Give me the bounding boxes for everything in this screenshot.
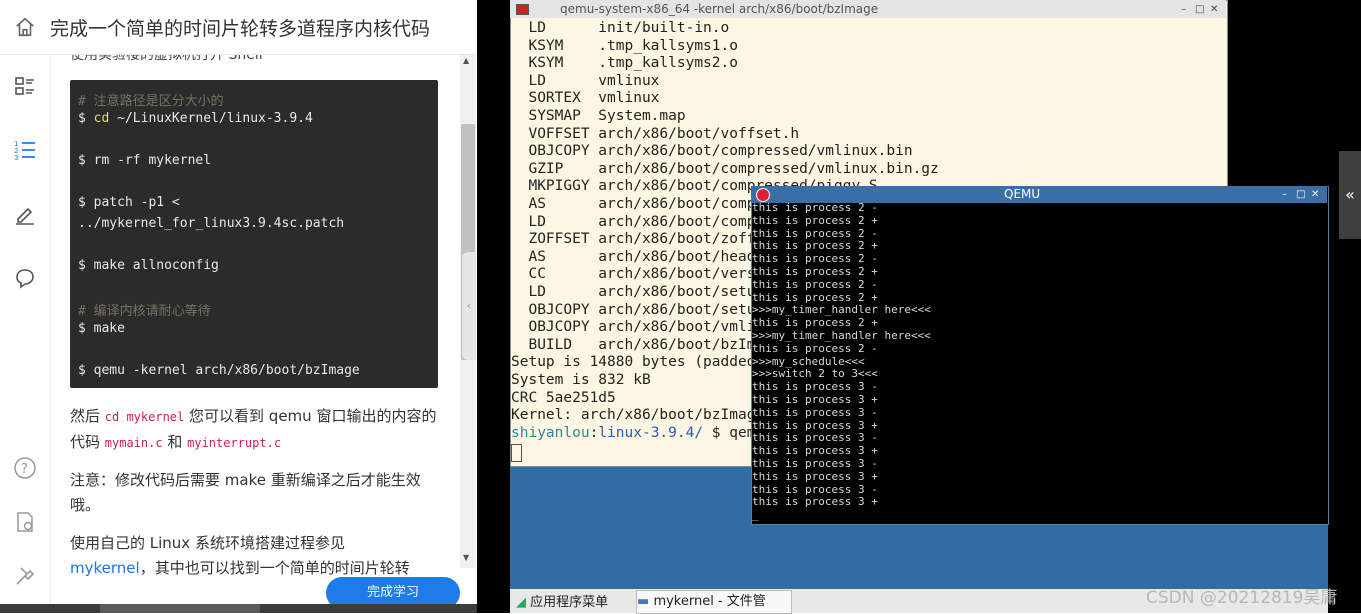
qemu-console-line: this is process 3 + xyxy=(752,393,878,406)
terminal-line: AS arch/x86/boot/header.o xyxy=(511,248,791,265)
paragraph-run-output: 然后 cd mykernel 您可以看到 qemu 窗口输出的内容的代码 mym… xyxy=(70,407,437,451)
terminal-line: GZIP arch/x86/boot/compressed/vmlinux.bi… xyxy=(511,160,939,177)
qemu-close-icon[interactable]: ✕ xyxy=(1311,189,1319,200)
home-icon[interactable] xyxy=(14,16,36,38)
tools-icon[interactable] xyxy=(13,564,37,588)
svg-text:3: 3 xyxy=(14,154,18,162)
code-line: $ make allnoconfig xyxy=(78,258,219,273)
lab-panel: 使用实验楼的虚拟机打开 Shell # 注意路径是区分大小的 $ cd ~/Lin… xyxy=(0,0,477,613)
lab-content: 使用实验楼的虚拟机打开 Shell # 注意路径是区分大小的 $ cd ~/Lin… xyxy=(50,40,460,600)
terminal-line: LD init/built-in.o xyxy=(511,20,730,36)
settings-doc-icon[interactable] xyxy=(13,510,37,534)
qemu-minimize-icon[interactable]: – xyxy=(1282,189,1287,200)
close-icon[interactable]: ✕ xyxy=(1210,4,1218,15)
chat-icon[interactable] xyxy=(13,266,37,290)
qemu-console-line: this is process 3 - xyxy=(752,405,878,419)
terminal-line: CRC 5ae251d5 xyxy=(511,389,616,406)
terminal-line: VOFFSET arch/x86/boot/voffset.h xyxy=(511,125,800,142)
scroll-down-icon[interactable]: ▼ xyxy=(463,553,469,562)
qemu-console-line: this is process 3 - xyxy=(752,457,878,470)
minimize-icon[interactable]: – xyxy=(1181,4,1186,15)
qemu-console-line: >>>my_timer_handler here<<< xyxy=(752,329,931,342)
qemu-console-line: this is process 3 + xyxy=(752,495,878,509)
terminal-line: System is 832 kB xyxy=(511,372,651,388)
header: 完成一个简单的时间片轮转多道程序内核代码 xyxy=(0,0,477,55)
qemu-console-line: this is process 2 - xyxy=(752,277,878,291)
qemu-maximize-icon[interactable]: □ xyxy=(1296,189,1305,200)
collapse-panel-handle[interactable]: ‹ xyxy=(462,252,476,360)
terminal-app-icon xyxy=(516,4,529,15)
code-line: ../mykernel_for_linux3.9.4sc.patch xyxy=(78,216,345,231)
double-chevron-left-icon: « xyxy=(1345,185,1355,204)
maximize-icon[interactable]: □ xyxy=(1195,4,1204,15)
terminal-line: SORTEX vmlinux xyxy=(511,90,660,107)
code-line: $ patch -p1 < xyxy=(78,195,180,210)
collapse-icon: ‹ xyxy=(466,299,472,312)
folder-icon: ▬ xyxy=(637,594,650,609)
inline-code: cd mykernel xyxy=(104,410,185,424)
inline-code: myinterrupt.c xyxy=(187,436,282,450)
code-block: # 注意路径是区分大小的 $ cd ~/LinuxKernel/linux-3.9… xyxy=(70,80,438,388)
qemu-app-icon xyxy=(756,188,770,202)
terminal-line: SYSMAP System.map xyxy=(511,108,686,124)
watermark: CSDN @20212819吴庸 xyxy=(1146,588,1338,608)
help-icon[interactable]: ? xyxy=(13,456,37,480)
mykernel-link[interactable]: mykernel xyxy=(70,559,140,577)
numbered-list-icon[interactable]: 123 xyxy=(13,138,37,162)
bottom-strip-highlight xyxy=(100,604,260,613)
applications-menu-button[interactable]: ◢ 应用程序菜单 xyxy=(516,591,608,610)
terminal-line: KSYM .tmp_kallsyms2.o xyxy=(511,55,738,72)
terminal-line: OBJCOPY arch/x86/boot/compressed/vmlinux… xyxy=(511,143,913,160)
code-line: $ rm -rf mykernel xyxy=(78,153,212,168)
svg-text:?: ? xyxy=(21,462,28,477)
terminal-line: LD vmlinux xyxy=(511,72,660,89)
qemu-console-line: this is process 3 + xyxy=(752,469,878,483)
paragraph-setup: 使用自己的 Linux 系统环境搭建过程参见 xyxy=(70,534,345,552)
inline-code: mymain.c xyxy=(104,436,163,450)
outline-icon[interactable] xyxy=(13,74,37,98)
terminal-title: qemu-system-x86_64 -kernel arch/x86/boot… xyxy=(560,2,879,16)
code-comment: # 注意路径是区分大小的 xyxy=(78,94,224,109)
page-title: 完成一个简单的时间片轮转多道程序内核代码 xyxy=(50,18,431,40)
qemu-console-line: this is process 2 + xyxy=(752,213,878,227)
qemu-console-line: this is process 2 - xyxy=(752,341,878,355)
code-comment: # 编译内核请耐心等待 xyxy=(78,304,211,319)
code-line: $ cd ~/LinuxKernel/linux-3.9.4 xyxy=(78,111,313,126)
qemu-console-line: _ xyxy=(752,508,759,522)
apps-menu-icon: ◢ xyxy=(516,595,531,610)
scroll-up-icon[interactable]: ▲ xyxy=(463,56,469,65)
pencil-icon[interactable] xyxy=(13,202,37,226)
code-line: $ make xyxy=(78,321,125,336)
qemu-title: QEMU xyxy=(1004,187,1041,201)
code-line: $ qemu -kernel arch/x86/boot/bzImage xyxy=(78,363,360,378)
qemu-console-line: this is process 2 + xyxy=(752,265,878,278)
terminal-line: BUILD arch/x86/boot/bzImage xyxy=(511,336,782,353)
taskbar-file-manager[interactable]: ▬ mykernel - 文件管 xyxy=(636,590,792,614)
qemu-console: this is process 2 - this is process 2 + th… xyxy=(752,203,1326,523)
paragraph-note: 注意：修改代码后需要 make 重新编译之后才能生效哦。 xyxy=(70,471,421,514)
terminal-line: KSYM .tmp_kallsyms1.o xyxy=(511,37,738,54)
expand-sidebar-button[interactable]: « xyxy=(1339,151,1361,239)
side-toolbar: 123 ? xyxy=(0,54,51,613)
terminal-cursor xyxy=(511,444,522,463)
